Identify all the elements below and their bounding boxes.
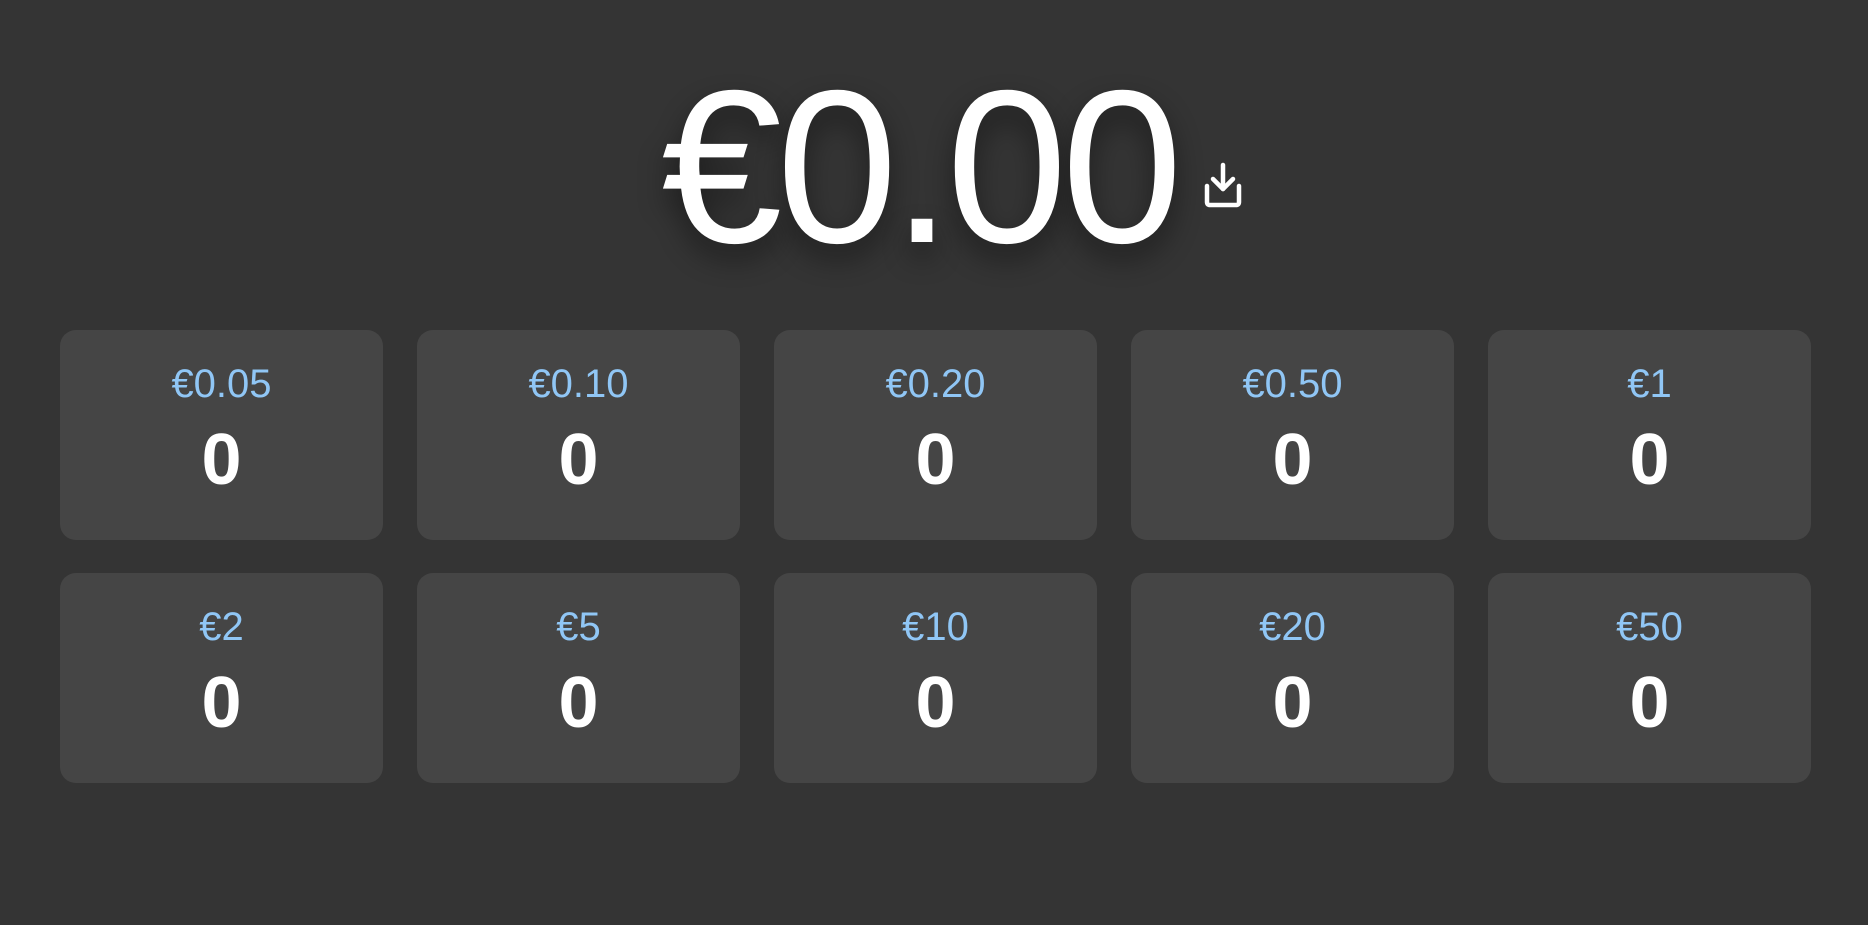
denomination-tile-0.10[interactable]: €0.10 0	[417, 330, 740, 540]
denomination-label: €50	[1616, 605, 1683, 649]
denomination-count: 0	[558, 663, 599, 743]
denomination-tile-20[interactable]: €20 0	[1131, 573, 1454, 783]
denomination-tile-5[interactable]: €5 0	[417, 573, 740, 783]
denomination-count: 0	[1272, 663, 1313, 743]
cash-counter-app: €0.00 €0.05 0 €0.10 0 €0.20 0 €0.50 0 €1	[0, 0, 1868, 925]
denomination-label: €0.20	[885, 362, 986, 406]
denomination-count: 0	[201, 663, 242, 743]
denomination-grid: €0.05 0 €0.10 0 €0.20 0 €0.50 0 €1 0 €2 …	[60, 330, 1811, 783]
denomination-tile-0.50[interactable]: €0.50 0	[1131, 330, 1454, 540]
denomination-label: €20	[1259, 605, 1326, 649]
denomination-label: €5	[556, 605, 601, 649]
denomination-count: 0	[1629, 420, 1670, 500]
denomination-count: 0	[1272, 420, 1313, 500]
denomination-tile-1[interactable]: €1 0	[1488, 330, 1811, 540]
denomination-label: €0.10	[528, 362, 629, 406]
denomination-label: €1	[1627, 362, 1672, 406]
denomination-count: 0	[201, 420, 242, 500]
download-button[interactable]	[1199, 159, 1247, 211]
download-icon	[1204, 162, 1242, 208]
denomination-count: 0	[558, 420, 599, 500]
total-header: €0.00	[0, 59, 1868, 277]
denomination-tile-2[interactable]: €2 0	[60, 573, 383, 783]
total-amount: €0.00	[661, 46, 1183, 289]
denomination-tile-0.05[interactable]: €0.05 0	[60, 330, 383, 540]
denomination-count: 0	[915, 663, 956, 743]
denomination-tile-0.20[interactable]: €0.20 0	[774, 330, 1097, 540]
denomination-label: €0.50	[1242, 362, 1343, 406]
denomination-label: €0.05	[171, 362, 272, 406]
denomination-count: 0	[915, 420, 956, 500]
denomination-tile-50[interactable]: €50 0	[1488, 573, 1811, 783]
denomination-count: 0	[1629, 663, 1670, 743]
denomination-tile-10[interactable]: €10 0	[774, 573, 1097, 783]
denomination-label: €2	[199, 605, 244, 649]
denomination-label: €10	[902, 605, 969, 649]
